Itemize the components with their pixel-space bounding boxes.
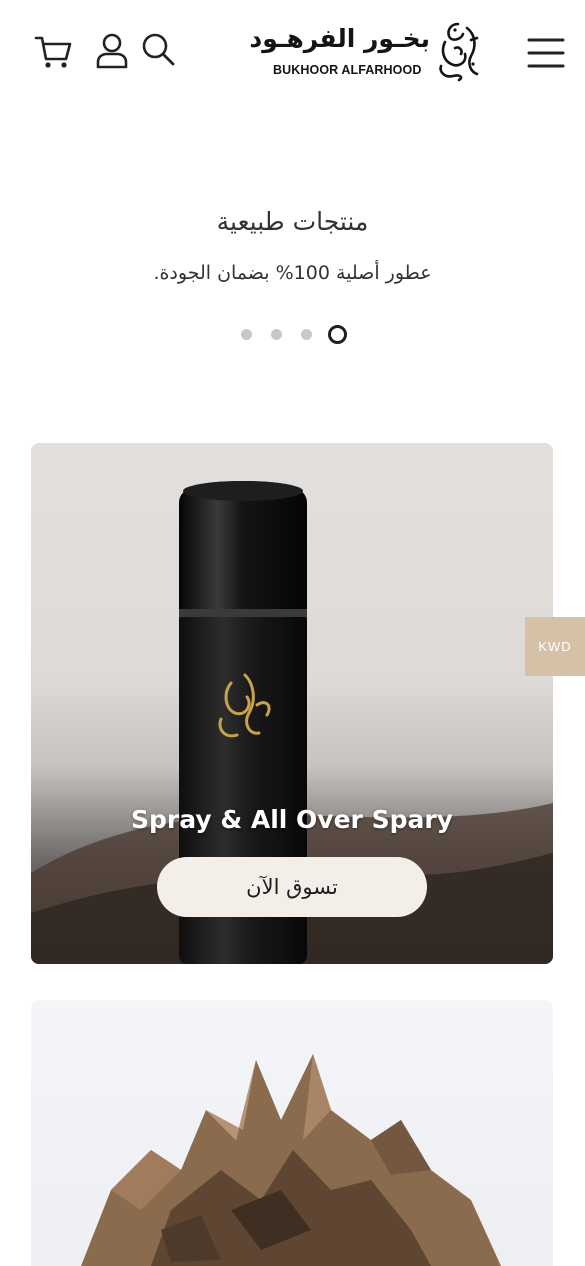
card-title: Spray & All Over Spary: [131, 805, 453, 834]
user-icon[interactable]: [95, 33, 129, 71]
search-icon[interactable]: [141, 32, 177, 68]
menu-icon[interactable]: [527, 37, 565, 69]
carousel-dot-active[interactable]: [328, 325, 347, 344]
carousel-dot[interactable]: [301, 329, 312, 340]
agarwood-chips-image: [81, 1054, 501, 1266]
logo-arabic-text: بخـور الفرهـود: [249, 24, 430, 53]
carousel-dot[interactable]: [271, 329, 282, 340]
hero-subtitle: عطور أصلية 100% بضمان الجودة.: [153, 262, 432, 284]
carousel-dots: [239, 325, 349, 345]
brand-logo[interactable]: بخـور الفرهـود BUKHOOR ALFARHOOD: [249, 20, 485, 82]
hero-title: منتجات طبيعية: [216, 207, 369, 236]
logo-english-text: BUKHOOR ALFARHOOD: [273, 63, 422, 77]
currency-selector[interactable]: KWD: [525, 617, 585, 676]
shop-now-button[interactable]: تسوق الآن: [157, 857, 427, 917]
calligraphy-emblem-icon: [439, 22, 479, 82]
category-card-spray[interactable]: Spray & All Over Spary تسوق الآن: [31, 443, 553, 964]
cart-icon[interactable]: [34, 33, 72, 71]
carousel-dot[interactable]: [241, 329, 252, 340]
category-card-agarwood[interactable]: [31, 1000, 553, 1266]
site-header: بخـور الفرهـود BUKHOOR ALFARHOOD: [0, 0, 585, 105]
